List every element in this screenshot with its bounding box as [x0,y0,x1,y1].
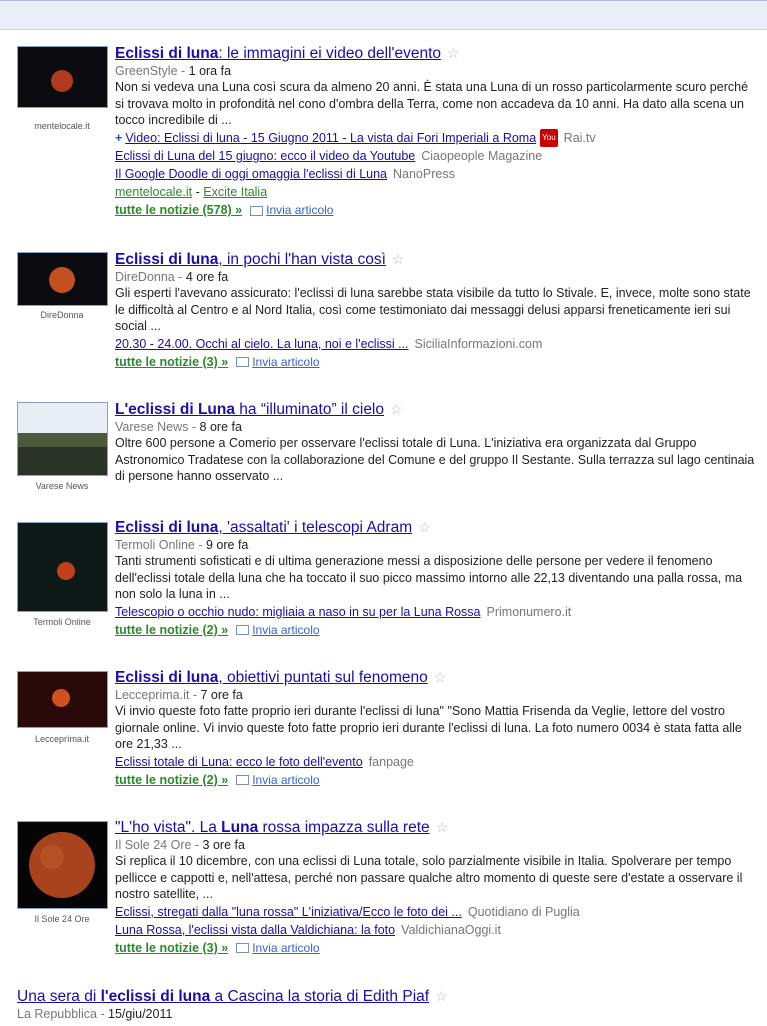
envelope-icon [236,775,250,786]
related-link: 20.30 - 24.00. Occhi al cielo. La luna, … [115,336,543,351]
envelope-icon [236,357,250,368]
thumbnail-caption: Termoli Online [33,617,91,627]
thumbnail[interactable] [17,46,108,108]
story-footer: tutte le notizie (2) » Invia articolo [115,621,757,639]
story-meta: Lecceprima.it - 7 ore fa [115,688,243,702]
plus-icon: + [115,130,123,145]
related-link: Eclissi, stregati dalla "luna rossa" L'i… [115,904,580,919]
thumbnail-caption: Varese News [35,481,89,491]
related-link: Eclissi totale di Luna: ecco le foto del… [115,754,414,769]
star-icon[interactable]: ☆ [390,400,403,419]
all-news-link[interactable]: tutte le notizie (3) » [115,355,228,369]
story-footer: tutte le notizie (578) » Invia articolo [115,201,757,219]
story-title[interactable]: Eclissi di luna, in pochi l'han vista co… [115,250,757,269]
extra-links: mentelocale.it - Excite Italia [115,185,268,200]
related-link: Eclissi di Luna del 15 giugno: ecco il v… [115,149,543,164]
top-bar [0,0,767,30]
thumbnail[interactable] [17,821,108,909]
all-news-link[interactable]: tutte le notizie (2) » [115,623,228,637]
thumbnail[interactable] [17,402,108,476]
story-title[interactable]: L'eclissi di Luna ha “illuminato” il cie… [115,400,757,419]
story-snippet: Gli esperti l'avevano assicurato: l'ecli… [115,286,751,333]
thumbnail-caption: Il Sole 24 Ore [34,914,90,924]
envelope-icon [250,206,264,217]
all-news-link[interactable]: tutte le notizie (3) » [115,941,228,955]
send-article-link[interactable]: Invia articolo [250,203,333,217]
story-snippet: Si replica il 10 dicembre, con una eclis… [115,854,743,901]
story-footer: tutte le notizie (3) » Invia articolo [115,939,757,957]
star-icon[interactable]: ☆ [447,44,460,63]
envelope-icon [236,625,250,636]
thumbnail[interactable] [17,252,108,306]
story-footer: tutte le notizie (3) » Invia articolo [115,353,757,371]
envelope-icon [236,943,250,954]
news-story-plain: Una sera di l'eclissi di luna a Cascina … [17,987,448,1022]
story-meta: GreenStyle - 1 ora fa [115,64,232,78]
story-title[interactable]: Eclissi di luna, obiettivi puntati sul f… [115,668,757,687]
thumbnail[interactable] [17,671,108,728]
story-snippet: Non si vedeva una Luna così scura da alm… [115,80,749,127]
video-row: + Video: Eclissi di luna - 15 Giugno 2011… [115,129,757,148]
star-icon[interactable]: ☆ [434,668,447,687]
related-link: Il Google Doodle di oggi omaggia l'eclis… [115,167,455,182]
story-meta: DireDonna - 4 ore fa [115,270,229,284]
story-meta: Termoli Online - 9 ore fa [115,538,249,552]
send-article-link[interactable]: Invia articolo [236,355,320,369]
all-news-link[interactable]: tutte le notizie (578) » [115,203,242,217]
thumbnail[interactable] [17,522,108,612]
send-article-link[interactable]: Invia articolo [236,941,320,955]
youtube-icon: You [540,129,558,148]
story-snippet: Oltre 600 persone a Comerio per osservar… [115,436,755,483]
thumbnail-caption: Leccepríma.it [34,734,90,744]
related-link: Luna Rossa, l'eclissi vista dalla Valdic… [115,922,501,937]
send-article-link[interactable]: Invia articolo [236,773,320,787]
story-snippet: Tanti strumenti sofisticati e di ultima … [115,554,743,601]
star-icon[interactable]: ☆ [435,987,448,1006]
story-meta: Varese News - 8 ore fa [115,420,242,434]
related-link: Telescopio o occhio nudo: migliaia a nas… [115,604,572,619]
thumbnail-caption: DireDonna [40,310,84,320]
story-snippet: Vi invio queste foto fatte proprio ieri … [115,704,742,751]
story-meta: La Repubblica - 15/giu/2011 [17,1007,173,1021]
star-icon[interactable]: ☆ [436,818,449,837]
story-title[interactable]: Eclissi di luna, 'assaltati' i telescopi… [115,518,757,537]
thumbnail-caption: mentelocale.it [34,121,90,131]
send-article-link[interactable]: Invia articolo [236,623,320,637]
story-meta: Il Sole 24 Ore - 3 ore fa [115,838,245,852]
star-icon[interactable]: ☆ [418,518,431,537]
story-footer: tutte le notizie (2) » Invia articolo [115,771,757,789]
story-title[interactable]: Una sera di l'eclissi di luna a Cascina … [17,987,448,1006]
story-title[interactable]: Eclissi di luna: le immagini ei video de… [115,44,757,63]
all-news-link[interactable]: tutte le notizie (2) » [115,773,228,787]
story-title[interactable]: "L'ho vista". La Luna rossa impazza sull… [115,818,757,837]
star-icon[interactable]: ☆ [392,250,405,269]
video-link[interactable]: Video: Eclissi di luna - 15 Giugno 2011 … [125,131,536,145]
